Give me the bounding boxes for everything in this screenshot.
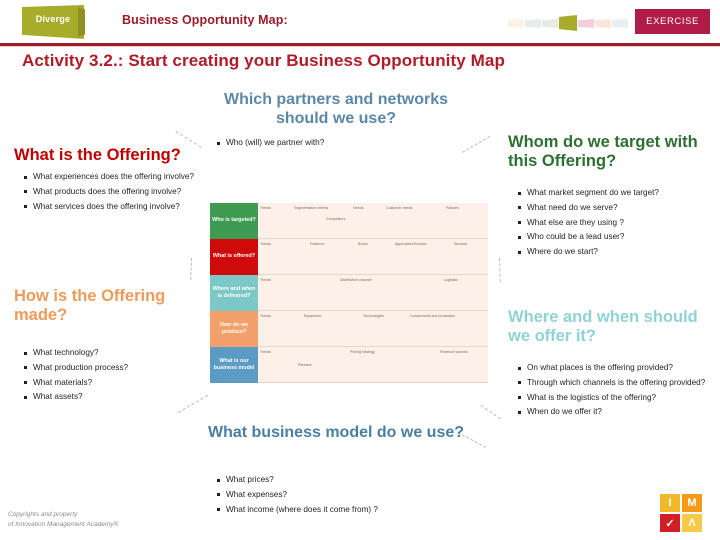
list-item: What else are they using ? [516, 218, 716, 229]
matrix-row: What is offered? Trends Features Brand Appli… [210, 239, 488, 275]
progress-segment-5 [578, 19, 594, 28]
matrix-cell: Pricing strategy [350, 350, 375, 354]
matrix-row-label: Where and when is delivered? [210, 275, 258, 311]
matrix-cell: Partners [298, 363, 312, 367]
list-item: What income (where does it come from) ? [215, 505, 475, 516]
header-divider-soft [0, 46, 720, 47]
diverge-logo-label: Diverge [35, 14, 71, 24]
matrix-cell: Brand [358, 242, 368, 246]
list-item: What materials? [22, 378, 204, 389]
list-item: What production process? [22, 363, 204, 374]
progress-segment-7 [612, 19, 628, 28]
matrix-row-cells: Trends Equipment Technologies Components an… [258, 311, 488, 347]
exercise-badge: EXERCISE [635, 9, 710, 34]
progress-indicator [508, 15, 628, 31]
matrix-row-cells: Trends Pricing strategy Revenue sources Par… [258, 347, 488, 383]
list-item: Who (will) we partner with? [215, 138, 455, 149]
heading-which-partners: Which partners and networks should we us… [223, 91, 449, 127]
list-item: What technology? [22, 348, 204, 359]
matrix-row-label: How do we produce? [210, 311, 258, 347]
list-item: On what places is the offering provided? [516, 363, 716, 374]
progress-segment-6 [595, 19, 611, 28]
list-what-is-the-offering: What experiences does the offering invol… [22, 172, 204, 216]
heading-where-and-when: Where and when should we offer it? [508, 308, 698, 346]
connector-dash [499, 258, 501, 283]
list-item: What assets? [22, 392, 204, 403]
matrix-row-cells: Trends Distribution channel Logistics [258, 275, 488, 311]
heading-how-is-the-offering-made: How is the Offering made? [14, 287, 166, 325]
matrix-cell: Trends [260, 242, 272, 246]
matrix-row-cells: Trends Features Brand Application/Solution S… [258, 239, 488, 275]
footer-copyright: Copyrights and property of Innovation Ma… [8, 510, 198, 530]
connector-dash [190, 257, 192, 280]
ima-logo: I M ✓ Λ [660, 494, 706, 534]
matrix-cell: Logistics [444, 278, 458, 282]
matrix-cell: Trends [260, 350, 272, 354]
matrix-cell: Needs [353, 206, 364, 210]
progress-segment-4 [559, 15, 577, 31]
connector-dash [480, 405, 501, 420]
page-title: Activity 3.2.: Start creating your Busin… [22, 51, 505, 70]
list-item: What experiences does the offering invol… [22, 172, 204, 183]
list-item: What expenses? [215, 490, 475, 501]
list-how-is-the-offering-made: What technology? What production process?… [22, 348, 204, 407]
matrix-cell: Failures [446, 206, 459, 210]
matrix-cell: Technologies [363, 314, 384, 318]
list-item: What prices? [215, 475, 475, 486]
ima-logo-tile: I [660, 494, 680, 512]
list-item: Where do we start? [516, 247, 716, 258]
heading-what-business-model: What business model do we use? [207, 424, 465, 441]
ima-logo-tile: Λ [682, 514, 702, 532]
list-whom-do-we-target: What market segment do we target? What ne… [516, 188, 716, 262]
matrix-cell: Equipment [304, 314, 322, 318]
matrix-cell: Competitors [326, 217, 346, 221]
matrix-cell: Sensors [454, 242, 468, 246]
list-item: When do we offer it? [516, 407, 716, 418]
list-item: What products does the offering involve? [22, 187, 204, 198]
list-item: What services does the offering involve? [22, 202, 204, 213]
list-where-and-when: On what places is the offering provided?… [516, 363, 716, 422]
ima-logo-tile: ✓ [660, 514, 680, 532]
matrix-row: What is our business model Trends Pricing … [210, 347, 488, 383]
ima-logo-tile: M [682, 494, 702, 512]
connector-dash [462, 136, 491, 153]
matrix-cell: Application/Solution [395, 242, 427, 246]
footer-copyright-line1: Copyrights and property [8, 511, 78, 518]
list-item: What need do we serve? [516, 203, 716, 214]
matrix-cell: Trends [260, 314, 272, 318]
page-header: Diverge Business Opportunity Map: EXERCI… [0, 0, 720, 47]
business-opportunity-matrix: Who is targeted? Trends Segmentation crite… [210, 203, 488, 383]
matrix-cell: Features [310, 242, 325, 246]
footer-copyright-line2: of Innovation Management Academy® [8, 520, 119, 528]
matrix-cell: Segmentation criteria [294, 206, 328, 210]
matrix-cell: Trends [260, 206, 272, 210]
header-title: Business Opportunity Map: [122, 13, 288, 27]
list-which-partners: Who (will) we partner with? [215, 138, 455, 153]
list-item: Who could be a lead user? [516, 232, 716, 243]
heading-whom-do-we-target: Whom do we target with this Offering? [508, 133, 698, 171]
matrix-row: Who is targeted? Trends Segmentation crite… [210, 203, 488, 239]
progress-segment-1 [508, 19, 524, 28]
progress-segment-2 [525, 19, 541, 28]
matrix-row-label: What is offered? [210, 239, 258, 275]
matrix-cell: Revenue sources [440, 350, 468, 354]
matrix-row-cells: Trends Segmentation criteria Needs Customer… [258, 203, 488, 239]
matrix-cell: Customer needs [386, 206, 413, 210]
list-what-business-model: What prices? What expenses? What income (w… [215, 475, 475, 519]
list-item: Through which channels is the offering p… [516, 378, 716, 389]
matrix-cell: Components and production [410, 314, 456, 318]
matrix-row: Where and when is delivered? Trends Distri… [210, 275, 488, 311]
matrix-cell: Distribution channel [340, 278, 372, 282]
list-item: What market segment do we target? [516, 188, 716, 199]
list-item: What is the logistics of the offering? [516, 393, 716, 404]
matrix-row-label: What is our business model [210, 347, 258, 383]
progress-segment-3 [542, 19, 558, 28]
matrix-cell: Trends [260, 278, 272, 282]
matrix-row-label: Who is targeted? [210, 203, 258, 239]
heading-what-is-the-offering: What is the Offering? [14, 146, 181, 164]
matrix-row: How do we produce? Trends Equipment Technol… [210, 311, 488, 347]
